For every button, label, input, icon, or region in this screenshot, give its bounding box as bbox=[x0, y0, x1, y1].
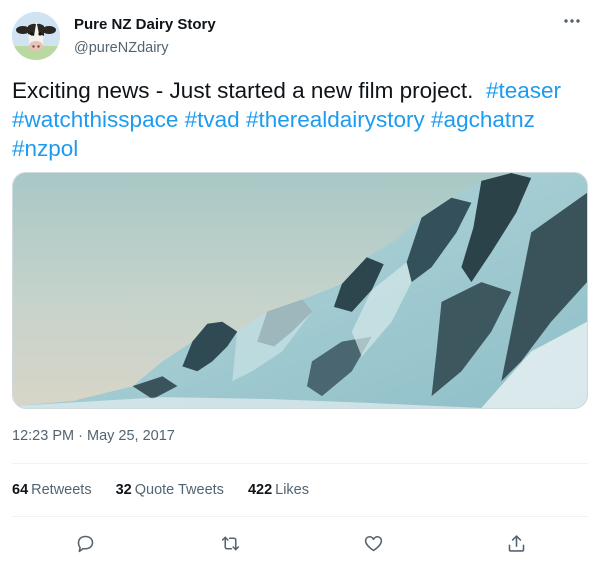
tweet-card: Pure NZ Dairy Story @pureNZdairy Excitin… bbox=[0, 0, 600, 580]
more-options-button[interactable] bbox=[558, 10, 586, 32]
like-button[interactable] bbox=[358, 528, 388, 558]
tweet-text: Exciting news - Just started a new film … bbox=[12, 76, 590, 163]
retweets-stat[interactable]: 64 Retweets bbox=[12, 482, 92, 498]
engagement-stats: 64 Retweets 32 Quote Tweets 422 Likes bbox=[12, 482, 333, 498]
quote-tweets-label: Quote Tweets bbox=[134, 482, 224, 498]
avatar[interactable] bbox=[12, 12, 60, 60]
mountain-video-thumbnail bbox=[13, 173, 587, 408]
hashtag-nzpol[interactable]: #nzpol bbox=[12, 136, 78, 161]
author-handle[interactable]: @pureNZdairy bbox=[74, 40, 169, 56]
hashtag-tvad[interactable]: #tvad bbox=[185, 107, 240, 132]
hashtag-watchthisspace[interactable]: #watchthisspace bbox=[12, 107, 178, 132]
tweet-actions bbox=[12, 528, 588, 558]
likes-stat[interactable]: 422 Likes bbox=[248, 482, 309, 498]
reply-button[interactable] bbox=[70, 528, 100, 558]
quote-tweets-stat[interactable]: 32 Quote Tweets bbox=[116, 482, 224, 498]
retweets-label: Retweets bbox=[31, 482, 92, 498]
cow-avatar-icon bbox=[12, 12, 60, 60]
author-name[interactable]: Pure NZ Dairy Story bbox=[74, 16, 216, 33]
heart-icon bbox=[364, 535, 382, 551]
tweet-time[interactable]: 12:23 PM bbox=[12, 428, 74, 444]
likes-count: 422 bbox=[247, 482, 273, 498]
hashtag-agchatnz[interactable]: #agchatnz bbox=[431, 107, 535, 132]
reply-icon bbox=[77, 535, 93, 552]
quote-tweets-count: 32 bbox=[115, 482, 132, 498]
retweet-icon bbox=[221, 536, 239, 550]
retweets-count: 64 bbox=[12, 482, 29, 498]
likes-label: Likes bbox=[275, 482, 309, 498]
divider bbox=[12, 516, 588, 517]
tweet-timestamp: 12:23 PM · May 25, 2017 bbox=[12, 428, 175, 444]
tweet-date[interactable]: May 25, 2017 bbox=[87, 428, 175, 444]
tweet-text-lead: Exciting news - Just started a new film … bbox=[12, 78, 474, 103]
hashtag-therealdairystory[interactable]: #therealdairystory bbox=[246, 107, 425, 132]
retweet-button[interactable] bbox=[215, 528, 245, 558]
divider bbox=[12, 463, 588, 464]
tweet-media[interactable] bbox=[12, 172, 588, 409]
share-icon bbox=[508, 534, 524, 552]
share-button[interactable] bbox=[501, 528, 531, 558]
more-dots-icon bbox=[564, 19, 580, 23]
timestamp-separator: · bbox=[78, 428, 83, 444]
hashtag-teaser[interactable]: #teaser bbox=[486, 78, 561, 103]
